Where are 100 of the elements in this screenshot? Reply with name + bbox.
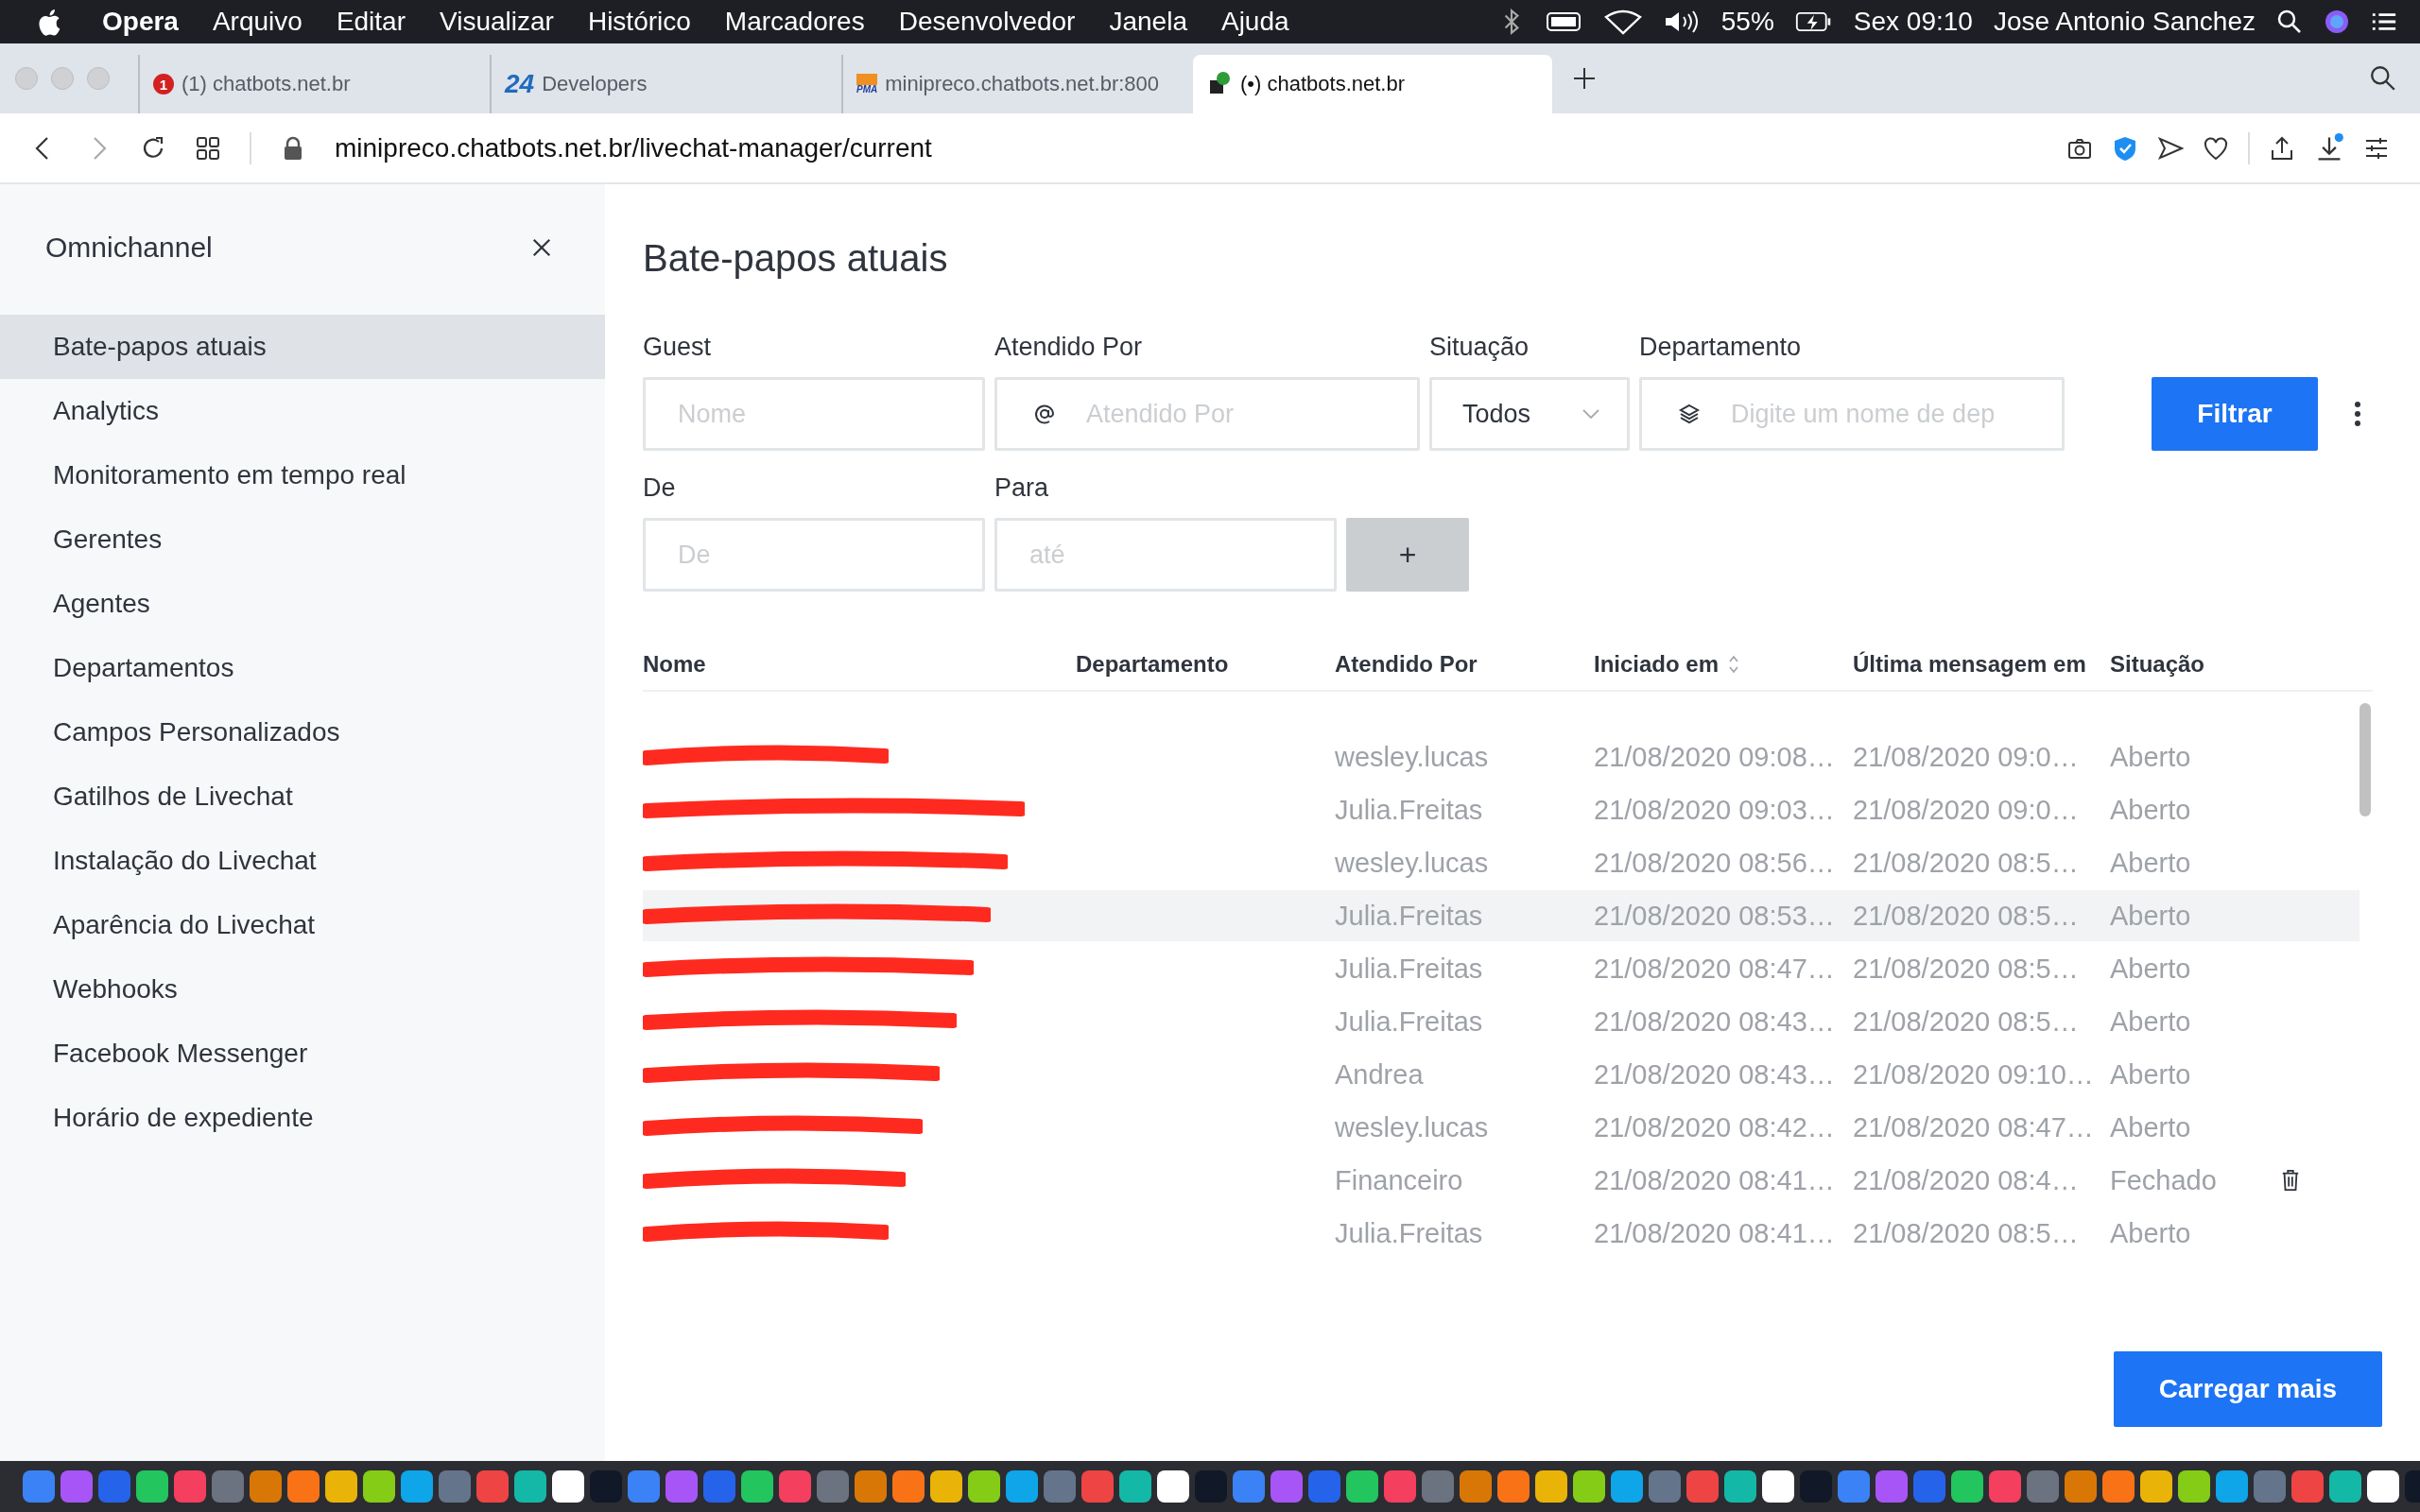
site-logo: PMA (856, 74, 878, 94)
menu-item[interactable]: Arquivo (212, 7, 302, 37)
sidebar-item[interactable]: Aparência do Livechat (0, 893, 605, 957)
close-icon[interactable] (531, 237, 552, 258)
table-cell-text: 21/08/2020 09:0… (1853, 741, 2080, 773)
scrollbar-thumb[interactable] (2360, 703, 2371, 816)
table-cell-text: Julia.Freitas (1335, 900, 1484, 932)
app-icon[interactable] (1535, 1470, 1567, 1503)
grid-icon[interactable] (195, 134, 221, 162)
new-tab-icon[interactable] (1571, 65, 1598, 92)
more-options-icon[interactable] (2354, 401, 2361, 427)
app-icon[interactable] (514, 1470, 546, 1503)
menu-item[interactable]: Janela (1109, 7, 1187, 37)
menu-item[interactable]: Editar (336, 7, 406, 37)
column-header[interactable]: Última mensagem em (1853, 651, 2086, 678)
app-menu[interactable]: Opera (102, 7, 179, 37)
address-field[interactable]: minipreco.chatbots.net.br/livechat-manager/current (335, 132, 932, 163)
table-cell-text: Julia.Freitas (1335, 953, 1484, 985)
column-header[interactable]: Nome (643, 651, 706, 678)
column-header[interactable]: Atendido Por (1335, 651, 1478, 678)
status-select[interactable]: Todos (1429, 377, 1630, 451)
menu-item[interactable]: Desenvolvedor (898, 7, 1076, 37)
table-cell-text: Aberto (2110, 1058, 2192, 1091)
table-cell-text: 21/08/2020 08:41… (1594, 1217, 1836, 1249)
sidebar-title: Omnichannel (45, 232, 213, 264)
app-icon[interactable] (930, 1470, 962, 1503)
menubar-clock[interactable]: Sex 09:10 (1853, 7, 1973, 37)
user-name[interactable]: Jose Antonio Sanchez (1993, 7, 2256, 37)
table-cell-text: 21/08/2020 08:43… (1594, 1058, 1836, 1091)
siri-icon[interactable] (2324, 8, 2350, 36)
table-cell-text: 21/08/2020 08:56… (1594, 847, 1836, 879)
sidebar-item[interactable]: Gatilhos de Livechat (0, 765, 605, 829)
sidebar-item[interactable]: Bate-papos atuais (0, 315, 605, 379)
app-icon[interactable] (325, 1470, 357, 1503)
table-cell-text: Julia.Freitas (1335, 1005, 1484, 1038)
table-cell-text: 21/08/2020 09:0… (1853, 794, 2080, 826)
table-cell-text: wesley.lucas (1335, 847, 1490, 879)
table-cell-text: 21/08/2020 08:5… (1853, 1005, 2080, 1038)
add-button[interactable]: + (1346, 518, 1469, 592)
table-cell-text: 21/08/2020 08:5… (1853, 900, 2080, 932)
column-header[interactable]: Departamento (1076, 651, 1229, 678)
heart-icon[interactable] (2203, 134, 2229, 162)
app-icon[interactable] (968, 1470, 1000, 1503)
load-more-button[interactable]: Carregar mais (2114, 1351, 2382, 1427)
app-icon[interactable] (2140, 1470, 2172, 1503)
table-cell-text: Julia.Freitas (1335, 1217, 1484, 1249)
app-icon[interactable] (1119, 1470, 1151, 1503)
sidebar-item[interactable]: Instalação do Livechat (0, 829, 605, 893)
app-icon[interactable] (2329, 1470, 2361, 1503)
browser-tab[interactable]: (•) chatbots.net.br (1193, 55, 1552, 113)
table-cell-text: wesley.lucas (1335, 741, 1490, 773)
menu-item[interactable]: Visualizar (440, 7, 554, 37)
page-title: Bate-papos atuais (643, 237, 949, 280)
site-logo: 24 (505, 69, 535, 99)
notification-badge: 1 (153, 74, 174, 94)
send-icon[interactable] (2157, 134, 2184, 162)
app-icon[interactable] (1573, 1470, 1605, 1503)
table-cell-text: 21/08/2020 08:5… (1853, 953, 2080, 985)
menu-item[interactable]: Marcadores (724, 7, 865, 37)
table-cell-text: 21/08/2020 08:42… (1594, 1111, 1836, 1143)
table-cell-text: 21/08/2020 09:08… (1594, 741, 1836, 773)
table-cell-text: Julia.Freitas (1335, 794, 1484, 826)
sidebar-item[interactable]: Horário de expediente (0, 1086, 605, 1150)
column-header[interactable]: Iniciado em (1594, 651, 1740, 678)
app-icon[interactable] (741, 1470, 773, 1503)
app-icon[interactable] (2178, 1470, 2210, 1503)
app-icon[interactable] (552, 1470, 584, 1503)
table-cell-text: Aberto (2110, 1217, 2192, 1249)
menu-item[interactable]: Histórico (587, 7, 691, 37)
sort-icon[interactable] (1728, 653, 1740, 676)
app-icon[interactable] (1157, 1470, 1189, 1503)
table-cell-text: 21/08/2020 08:53… (1594, 900, 1836, 932)
share-icon[interactable] (2269, 134, 2295, 162)
sidebar-item[interactable]: Departamentos (0, 636, 605, 700)
filter-button[interactable]: Filtrar (2152, 377, 2318, 451)
search-icon[interactable] (2369, 64, 2397, 93)
sidebar-item[interactable]: Monitoramento em tempo real (0, 443, 605, 507)
menu-item[interactable]: Ajuda (1220, 7, 1289, 37)
sidebar-item[interactable]: Campos Personalizados (0, 700, 605, 765)
sidebar-item[interactable]: Webhooks (0, 957, 605, 1022)
table-cell-text: 21/08/2020 08:41… (1594, 1164, 1836, 1196)
column-header[interactable]: Situação (2110, 651, 2205, 678)
wifi-icon[interactable] (1603, 8, 1642, 36)
field-label: De (643, 473, 677, 503)
app-icon[interactable] (2367, 1470, 2399, 1503)
table-cell-text: Fechado (2110, 1164, 2218, 1196)
sidebar-item[interactable]: Analytics (0, 379, 605, 443)
sidebar-item[interactable]: Facebook Messenger (0, 1022, 605, 1086)
trash-icon[interactable] (2280, 1168, 2301, 1193)
table-cell-text: Financeiro (1335, 1164, 1464, 1196)
at-sign-icon (1033, 403, 1056, 425)
app-icon[interactable] (1346, 1470, 1378, 1503)
app-icon[interactable] (1762, 1470, 1794, 1503)
app-icon[interactable] (363, 1470, 395, 1503)
shield-icon[interactable] (2112, 134, 2138, 162)
app-icon[interactable] (1724, 1470, 1756, 1503)
app-icon[interactable] (136, 1470, 168, 1503)
sidebar-item[interactable]: Gerentes (0, 507, 605, 572)
sidebar-item[interactable]: Agentes (0, 572, 605, 636)
app-icon[interactable] (1951, 1470, 1983, 1503)
